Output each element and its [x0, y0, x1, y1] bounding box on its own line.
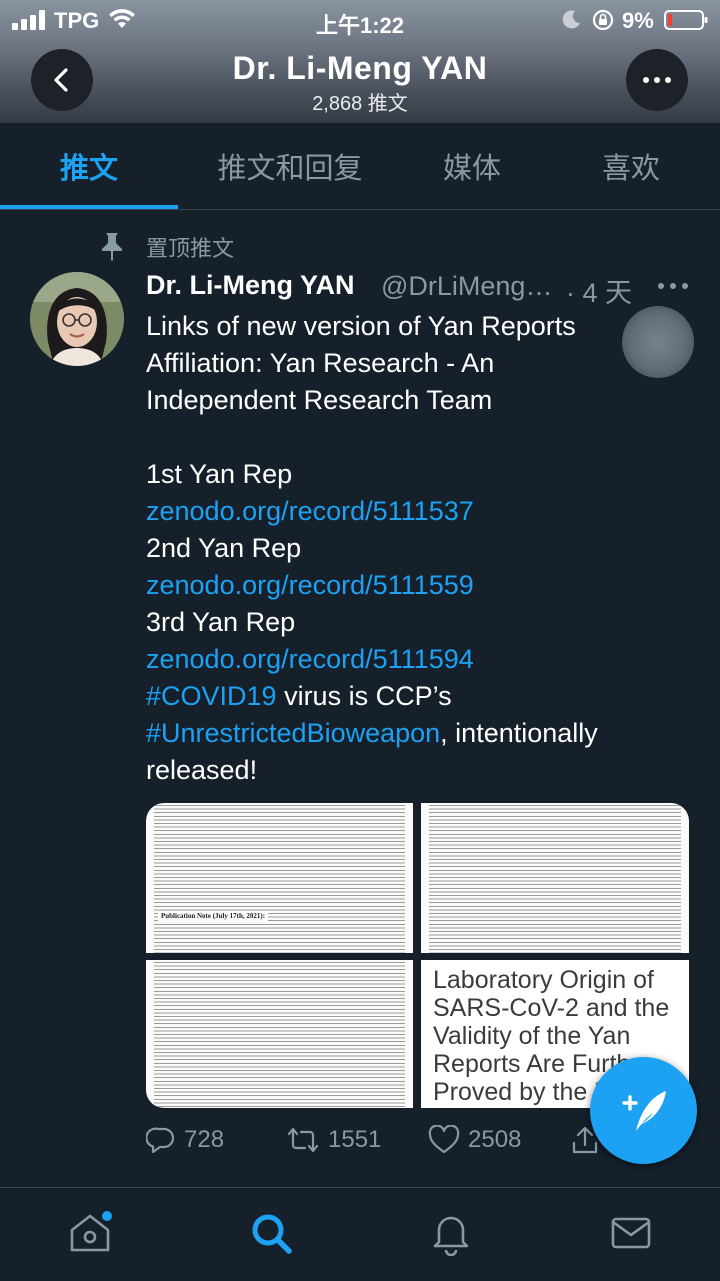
tab-tweets-replies[interactable]: 推文和回复: [178, 123, 402, 209]
notifications-icon: [433, 1216, 469, 1256]
compose-tweet-button[interactable]: [590, 1057, 697, 1164]
more-button[interactable]: [626, 49, 688, 111]
document-text: [154, 805, 405, 953]
moon-icon: [562, 10, 580, 29]
tweet-text: Links of new version of Yan Reports Affi…: [146, 308, 666, 789]
tweet-time: · 4 天: [566, 278, 633, 308]
retweet-icon: [287, 1127, 319, 1153]
media-image-1[interactable]: Publication Note (July 17th, 2021):: [146, 803, 413, 953]
battery-percent: 9%: [622, 8, 654, 33]
nav-messages[interactable]: [606, 1208, 656, 1258]
rep2-label: 2nd Yan Rep: [146, 533, 302, 563]
tweet-text-fragment: , intentionally: [440, 718, 598, 748]
tweet-line: #COVID19 virus is CCP’s: [146, 678, 666, 715]
pinned-label: 置顶推文: [146, 236, 235, 261]
media-grid: Publication Note (July 17th, 2021): Labo…: [146, 803, 689, 1108]
media-image-2[interactable]: [421, 803, 689, 953]
nav-search[interactable]: [246, 1208, 296, 1258]
profile-tabs: 推文 推文和回复 媒体 喜欢: [0, 123, 720, 210]
pin-icon: [102, 233, 122, 261]
retweet-count: 1551: [328, 1126, 382, 1153]
document-title-line: Laboratory Origin of: [433, 966, 654, 994]
bottom-navigation: [0, 1187, 720, 1281]
profile-title: Dr. Li-Meng YAN: [232, 50, 488, 86]
hashtag-unrestricted-bioweapon[interactable]: #UnrestrictedBioweapon: [146, 718, 440, 748]
tweet-more-icon[interactable]: [656, 276, 690, 296]
nav-home[interactable]: [65, 1208, 115, 1258]
tab-tweets[interactable]: 推文: [0, 123, 178, 209]
reply-button[interactable]: 728: [146, 1120, 224, 1160]
avatar-image: [30, 272, 124, 366]
document-text: [429, 805, 681, 953]
search-icon: [252, 1214, 292, 1254]
tweet-count: 2,868 推文: [312, 93, 408, 115]
compose-icon: [621, 1090, 666, 1131]
reply-count: 728: [184, 1126, 225, 1153]
pinned-indicator: [98, 230, 126, 262]
rep1-link[interactable]: zenodo.org/record/5111537: [146, 493, 666, 530]
status-bar: TPG 上午1:22 9%: [0, 0, 720, 40]
author-handle[interactable]: @DrLiMengYAN1: [381, 271, 557, 302]
hashtag-covid19[interactable]: #COVID19: [146, 681, 277, 711]
rep3-label: 3rd Yan Rep: [146, 607, 296, 637]
battery-icon: [664, 10, 708, 30]
retweet-button[interactable]: 1551: [286, 1120, 381, 1160]
like-button[interactable]: 2508: [428, 1120, 521, 1160]
publication-note: Publication Note (July 17th, 2021):: [158, 911, 269, 921]
tweet-text-fragment: virus is CCP’s: [276, 681, 452, 711]
document-title-line: SARS-CoV-2 and the: [433, 994, 670, 1022]
tab-media[interactable]: 媒体: [402, 123, 542, 209]
more-icon: [643, 77, 671, 83]
nav-notifications[interactable]: [426, 1208, 476, 1258]
media-image-3[interactable]: [146, 960, 413, 1108]
tweet-line: Independent Research Team: [146, 385, 493, 415]
rep1-label: 1st Yan Rep: [146, 459, 293, 489]
profile-header: TPG 上午1:22 9% Dr. Li-Meng YAN 2,868 推文: [0, 0, 720, 123]
like-icon: [428, 1125, 460, 1154]
rotation-lock-icon: [592, 9, 614, 31]
rep2-link[interactable]: zenodo.org/record/5111559: [146, 567, 666, 604]
rep3-link[interactable]: zenodo.org/record/5111594: [146, 641, 666, 678]
assistive-touch-button[interactable]: [622, 306, 694, 378]
tweet-line: #UnrestrictedBioweapon, intentionally: [146, 715, 666, 752]
document-text: [154, 962, 405, 1108]
home-icon: [70, 1211, 112, 1252]
tab-likes[interactable]: 喜欢: [542, 123, 720, 209]
reply-icon: [146, 1127, 175, 1154]
author-name[interactable]: Dr. Li-Meng YAN: [146, 270, 355, 301]
tweet-line: released!: [146, 755, 258, 785]
messages-icon: [611, 1217, 651, 1249]
tweet-line: Links of new version of Yan Reports: [146, 311, 576, 341]
tweet-line: Affiliation: Yan Research - An: [146, 348, 495, 378]
like-count: 2508: [468, 1126, 522, 1153]
document-title-line: Validity of the Yan: [433, 1022, 631, 1050]
active-tab-indicator: [0, 205, 178, 209]
avatar[interactable]: [30, 272, 124, 366]
